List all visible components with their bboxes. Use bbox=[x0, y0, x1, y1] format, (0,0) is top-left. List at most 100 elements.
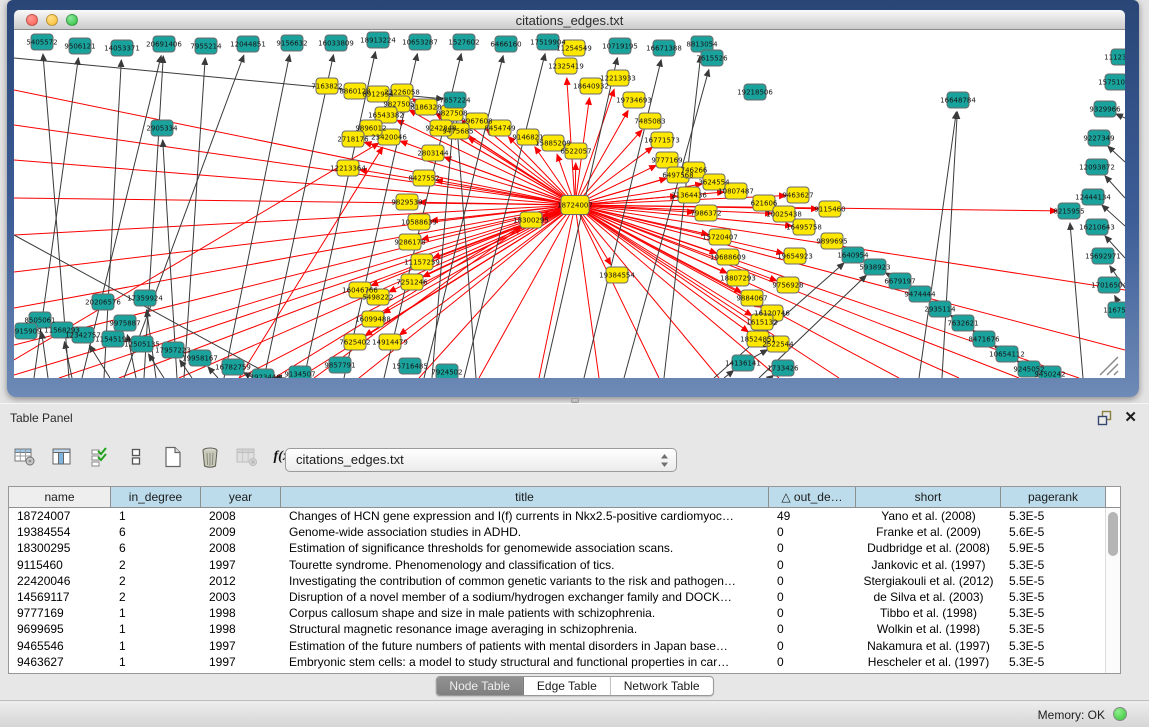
table-cell[interactable]: 0 bbox=[769, 540, 856, 556]
tab-edge-table[interactable]: Edge Table bbox=[524, 677, 611, 695]
table-cell[interactable]: 5.3E-5 bbox=[1001, 638, 1106, 654]
network-graph[interactable]: 1872400723226058982750516543382818632898… bbox=[14, 30, 1125, 378]
table-cell[interactable]: 19384554 bbox=[9, 524, 111, 540]
table-cell[interactable]: 5.6E-5 bbox=[1001, 524, 1106, 540]
table-cell[interactable]: 1 bbox=[111, 621, 201, 637]
table-cell[interactable]: 0 bbox=[769, 524, 856, 540]
delete-icon[interactable] bbox=[197, 444, 223, 470]
table-cell[interactable]: de Silva et al. (2003) bbox=[856, 589, 1001, 605]
column-header[interactable]: title bbox=[281, 487, 769, 507]
column-stack-icon[interactable] bbox=[123, 444, 149, 470]
table-cell[interactable]: 5.5E-5 bbox=[1001, 573, 1106, 589]
table-cell[interactable]: 2012 bbox=[201, 573, 281, 589]
table-cell[interactable]: 9777169 bbox=[9, 605, 111, 621]
table-cell[interactable]: 2003 bbox=[201, 589, 281, 605]
scrollbar-thumb[interactable] bbox=[1108, 512, 1118, 556]
table-cell[interactable]: 22420046 bbox=[9, 573, 111, 589]
window-titlebar[interactable]: citations_edges.txt bbox=[14, 10, 1125, 30]
table-cell[interactable]: Jankovic et al. (1997) bbox=[856, 557, 1001, 573]
table-cell[interactable]: 5.3E-5 bbox=[1001, 654, 1106, 670]
table-cell[interactable]: Disruption of a novel member of a sodium… bbox=[281, 589, 769, 605]
tab-network-table[interactable]: Network Table bbox=[611, 677, 713, 695]
resize-grip-icon[interactable] bbox=[1100, 357, 1118, 375]
table-cell[interactable]: 1 bbox=[111, 654, 201, 670]
table-cell[interactable]: Genome-wide association studies in ADHD. bbox=[281, 524, 769, 540]
table-cell[interactable]: 5.3E-5 bbox=[1001, 557, 1106, 573]
table-cell[interactable]: Investigating the contribution of common… bbox=[281, 573, 769, 589]
table-cell[interactable]: 18724007 bbox=[9, 508, 111, 524]
table-cell[interactable]: 9465546 bbox=[9, 638, 111, 654]
table-cell[interactable]: 6 bbox=[111, 540, 201, 556]
table-cell[interactable]: Yano et al. (2008) bbox=[856, 508, 1001, 524]
column-header[interactable]: short bbox=[856, 487, 1001, 507]
table-cell[interactable]: 5.3E-5 bbox=[1001, 589, 1106, 605]
table-cell[interactable]: Changes of HCN gene expression and I(f) … bbox=[281, 508, 769, 524]
table-cell[interactable]: 1 bbox=[111, 508, 201, 524]
table-cell[interactable]: Franke et al. (2009) bbox=[856, 524, 1001, 540]
table-row[interactable]: 1872400712008Changes of HCN gene express… bbox=[9, 508, 1120, 524]
new-file-icon[interactable] bbox=[160, 444, 186, 470]
column-header[interactable]: name bbox=[9, 487, 111, 507]
table-cell[interactable]: 14569117 bbox=[9, 589, 111, 605]
table-cell[interactable]: 9115460 bbox=[9, 557, 111, 573]
column-header[interactable]: year bbox=[201, 487, 281, 507]
table-cell[interactable]: 5.3E-5 bbox=[1001, 605, 1106, 621]
column-header[interactable]: pagerank bbox=[1001, 487, 1106, 507]
table-cell[interactable]: Tourette syndrome. Phenomenology and cla… bbox=[281, 557, 769, 573]
table-cell[interactable]: 2 bbox=[111, 557, 201, 573]
table-cell[interactable]: 2009 bbox=[201, 524, 281, 540]
table-cell[interactable]: 0 bbox=[769, 589, 856, 605]
float-panel-icon[interactable] bbox=[1097, 410, 1113, 426]
table-cell[interactable]: Wolkin et al. (1998) bbox=[856, 621, 1001, 637]
table-cell[interactable]: 2 bbox=[111, 589, 201, 605]
column-header[interactable]: in_degree bbox=[111, 487, 201, 507]
vertical-scrollbar[interactable] bbox=[1105, 508, 1120, 673]
table-cell[interactable]: 0 bbox=[769, 605, 856, 621]
table-cell[interactable]: 5.3E-5 bbox=[1001, 621, 1106, 637]
table-cell[interactable]: 1997 bbox=[201, 638, 281, 654]
table-settings-icon[interactable] bbox=[12, 444, 38, 470]
table-selector-dropdown[interactable]: citations_edges.txt bbox=[285, 448, 677, 472]
table-cell[interactable]: 49 bbox=[769, 508, 856, 524]
table-cell[interactable]: 0 bbox=[769, 638, 856, 654]
table-cell[interactable]: Estimation of significance thresholds fo… bbox=[281, 540, 769, 556]
table-columns-icon[interactable] bbox=[49, 444, 75, 470]
table-cell[interactable]: Nakamura et al. (1997) bbox=[856, 638, 1001, 654]
table-row[interactable]: 969969511998Structural magnetic resonanc… bbox=[9, 621, 1120, 637]
table-cell[interactable]: 2 bbox=[111, 573, 201, 589]
table-cell[interactable]: 9699695 bbox=[9, 621, 111, 637]
memory-ok-indicator[interactable] bbox=[1113, 707, 1127, 721]
column-header[interactable]: △ out_de… bbox=[769, 487, 856, 507]
table-cell[interactable]: 18300295 bbox=[9, 540, 111, 556]
table-cell[interactable]: 1 bbox=[111, 605, 201, 621]
table-cell[interactable]: 5.9E-5 bbox=[1001, 540, 1106, 556]
table-cell[interactable]: 0 bbox=[769, 573, 856, 589]
table-cell[interactable]: 0 bbox=[769, 557, 856, 573]
table-cell[interactable]: 2008 bbox=[201, 508, 281, 524]
table-row[interactable]: 2242004622012Investigating the contribut… bbox=[9, 573, 1120, 589]
table-cell[interactable]: 1998 bbox=[201, 605, 281, 621]
table-cell[interactable]: Tibbo et al. (1998) bbox=[856, 605, 1001, 621]
table-row[interactable]: 946554611997Estimation of the future num… bbox=[9, 638, 1120, 654]
table-cell[interactable]: Estimation of the future numbers of pati… bbox=[281, 638, 769, 654]
table-cell[interactable]: Dudbridge et al. (2008) bbox=[856, 540, 1001, 556]
close-panel-icon[interactable]: ✕ bbox=[1124, 408, 1137, 426]
select-columns-icon[interactable] bbox=[86, 444, 112, 470]
table-row[interactable]: 946362711997Embryonic stem cells: a mode… bbox=[9, 654, 1120, 670]
table-cell[interactable]: 1998 bbox=[201, 621, 281, 637]
table-cell[interactable]: 6 bbox=[111, 524, 201, 540]
table-cell[interactable]: 1997 bbox=[201, 557, 281, 573]
table-cell[interactable]: 0 bbox=[769, 621, 856, 637]
table-cell[interactable]: Stergiakouli et al. (2012) bbox=[856, 573, 1001, 589]
table-cell[interactable]: Corpus callosum shape and size in male p… bbox=[281, 605, 769, 621]
table-cell[interactable]: 2008 bbox=[201, 540, 281, 556]
table-cell[interactable]: 0 bbox=[769, 654, 856, 670]
table-cell[interactable]: Embryonic stem cells: a model to study s… bbox=[281, 654, 769, 670]
table-row[interactable]: 1456911722003Disruption of a novel membe… bbox=[9, 589, 1120, 605]
table-row[interactable]: 977716911998Corpus callosum shape and si… bbox=[9, 605, 1120, 621]
table-cell[interactable]: 1 bbox=[111, 638, 201, 654]
tab-node-table[interactable]: Node Table bbox=[436, 677, 524, 695]
table-cell[interactable]: Structural magnetic resonance image aver… bbox=[281, 621, 769, 637]
table-cell[interactable]: 1997 bbox=[201, 654, 281, 670]
table-cell[interactable]: 5.3E-5 bbox=[1001, 508, 1106, 524]
